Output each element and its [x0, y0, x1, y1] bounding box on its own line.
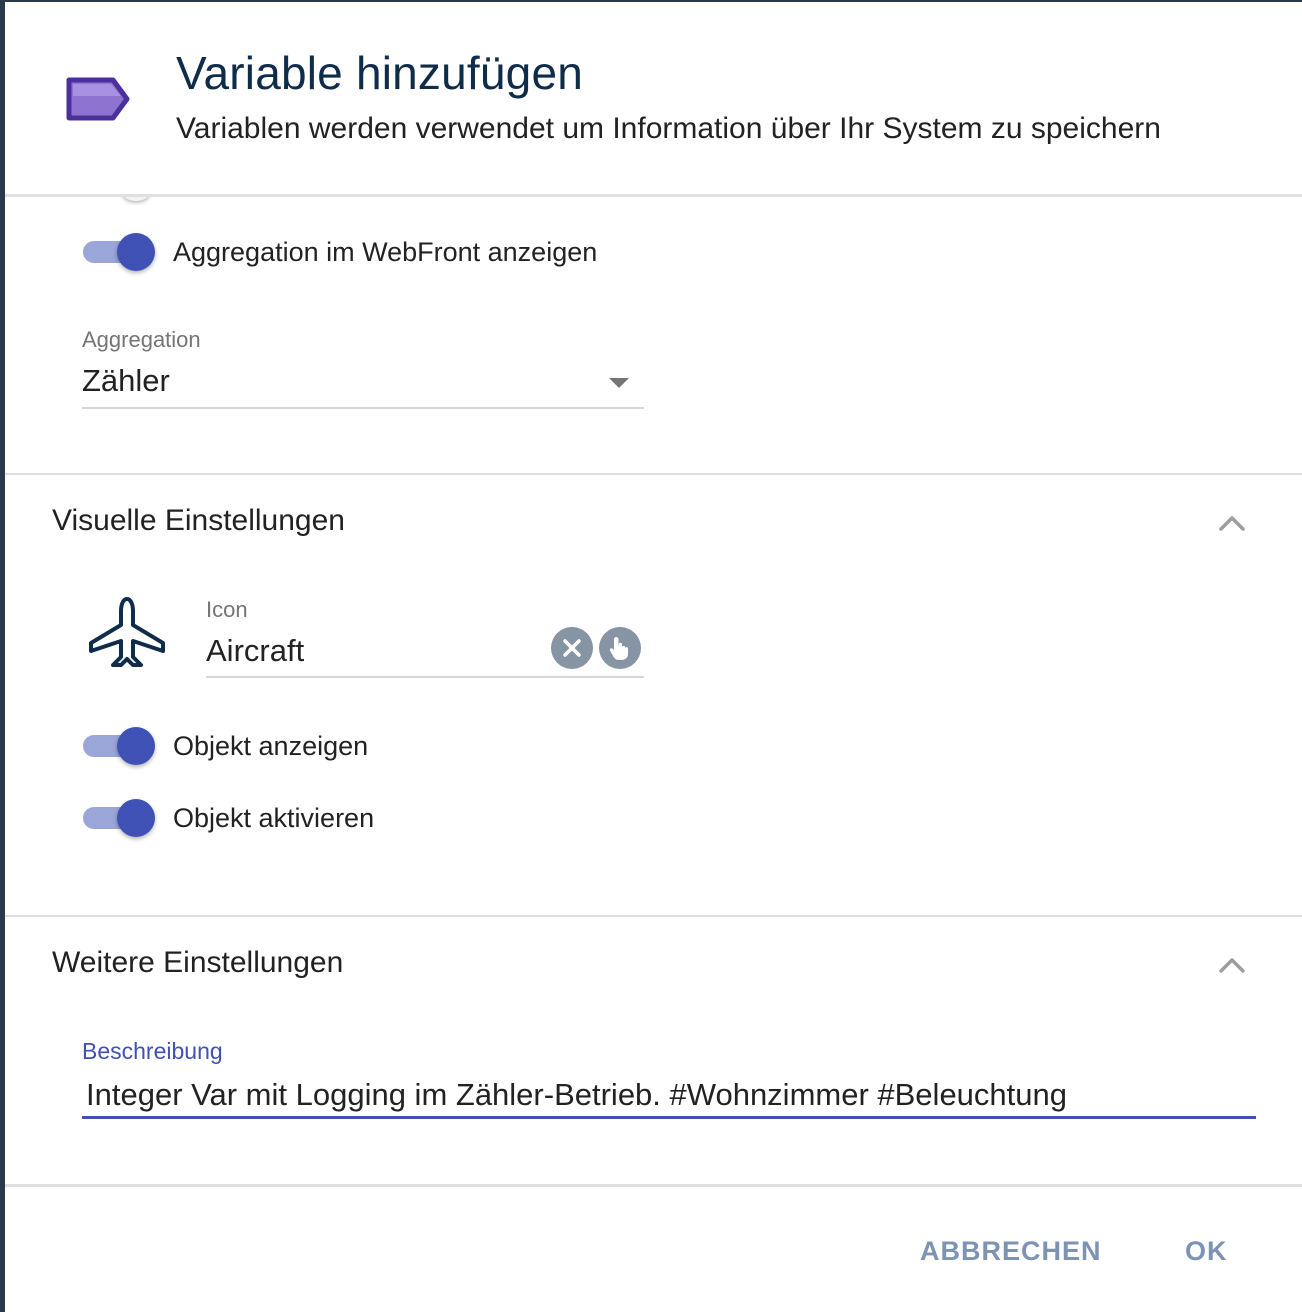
ok-button[interactable]: OK: [1185, 1236, 1228, 1267]
description-underline: [82, 1116, 1256, 1119]
visual-settings-title[interactable]: Visuelle Einstellungen: [52, 504, 345, 538]
close-icon: [563, 639, 581, 657]
partial-toggle-thumb: [119, 197, 153, 201]
section-divider: [5, 473, 1302, 475]
tag-icon: [66, 77, 130, 121]
chevron-up-icon[interactable]: [1217, 513, 1247, 533]
dialog-scroll-content[interactable]: Aggregation im WebFront anzeigen Aggrega…: [5, 197, 1302, 1187]
chevron-down-icon[interactable]: [609, 378, 629, 388]
enable-object-toggle[interactable]: [83, 798, 157, 838]
footer-divider: [5, 1184, 1302, 1187]
airplane-icon: [89, 597, 165, 667]
description-input[interactable]: Integer Var mit Logging im Zähler-Betrie…: [86, 1077, 1067, 1113]
icon-field-underline: [206, 676, 644, 678]
aggregation-label: Aggregation: [82, 327, 201, 352]
cancel-button[interactable]: ABBRECHEN: [920, 1236, 1102, 1267]
aggregation-toggle-row: Aggregation im WebFront anzeigen: [83, 232, 597, 272]
icon-field-label: Icon: [206, 597, 248, 622]
more-settings-title[interactable]: Weitere Einstellungen: [52, 946, 343, 980]
aggregation-webfront-toggle[interactable]: [83, 232, 157, 272]
dialog-subtitle: Variablen werden verwendet um Informatio…: [176, 112, 1161, 145]
show-object-label: Objekt anzeigen: [173, 730, 369, 761]
show-object-row: Objekt anzeigen: [83, 726, 368, 766]
dialog-header: Variable hinzufügen Variablen werden ver…: [5, 2, 1302, 197]
add-variable-dialog: Variable hinzufügen Variablen werden ver…: [5, 2, 1302, 1312]
show-object-toggle[interactable]: [83, 726, 157, 766]
aggregation-underline: [82, 407, 644, 409]
chevron-up-icon[interactable]: [1217, 955, 1247, 975]
aggregation-toggle-label: Aggregation im WebFront anzeigen: [173, 236, 598, 267]
enable-object-row: Objekt aktivieren: [83, 798, 374, 838]
dialog-title: Variable hinzufügen: [176, 47, 584, 99]
enable-object-label: Objekt aktivieren: [173, 802, 375, 833]
section-divider: [5, 915, 1302, 917]
aggregation-select[interactable]: Zähler: [82, 363, 170, 399]
pick-icon-button[interactable]: [599, 627, 641, 669]
clear-icon-button[interactable]: [551, 627, 593, 669]
description-label: Beschreibung: [82, 1038, 223, 1064]
hand-pointer-icon: [609, 637, 628, 660]
icon-field-value[interactable]: Aircraft: [206, 633, 304, 669]
